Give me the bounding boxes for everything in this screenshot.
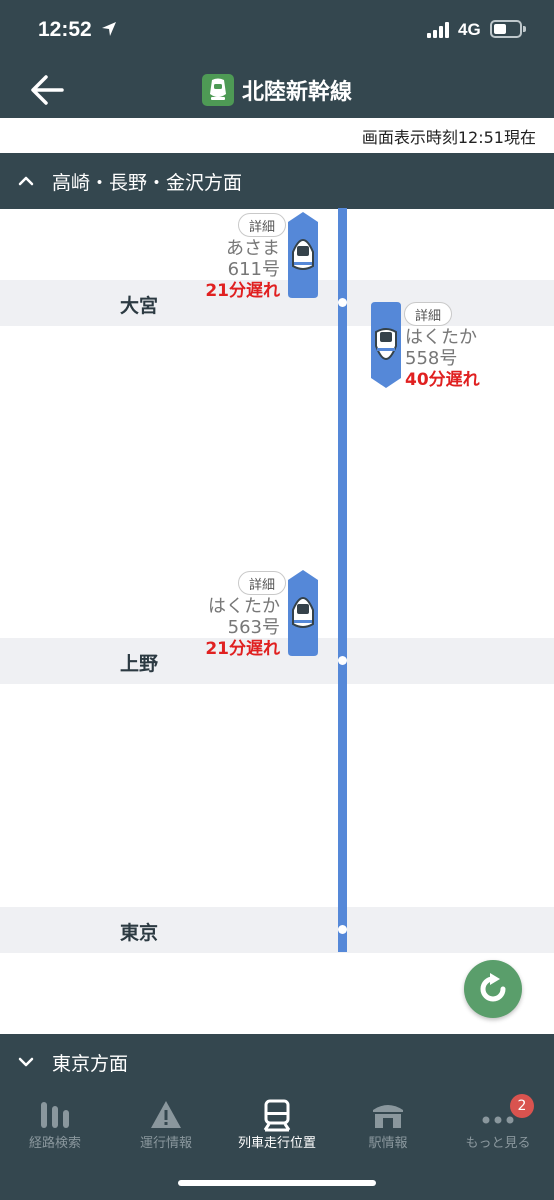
train-delay: 40分遅れ	[405, 370, 480, 390]
station-row[interactable]	[0, 907, 554, 953]
back-button[interactable]	[26, 70, 68, 110]
train-icon	[263, 1099, 291, 1132]
train-up-icon	[288, 570, 318, 656]
tab-label: もっと見る	[465, 1136, 531, 1151]
track-line	[338, 208, 347, 952]
train-number: 611号	[227, 259, 280, 280]
station-dot	[338, 298, 347, 307]
route-search-icon	[41, 1102, 69, 1128]
train-name: あさま	[226, 238, 280, 259]
back-arrow-icon	[31, 75, 64, 105]
shinkansen-line-icon	[201, 74, 234, 106]
tab-label: 駅情報	[368, 1136, 408, 1151]
signal-strength-icon	[427, 22, 453, 38]
train-delay: 21分遅れ	[205, 281, 280, 301]
app-header: 北陸新幹線	[0, 62, 554, 118]
train-name: はくたか	[208, 596, 280, 617]
battery-icon	[490, 20, 526, 38]
title-wrap: 北陸新幹線	[0, 62, 554, 118]
train-detail-button[interactable]: 詳細	[238, 571, 286, 595]
page-title: 北陸新幹線	[241, 80, 352, 105]
direction-label: 高崎・長野・金沢方面	[52, 171, 243, 194]
direction-label: 東京方面	[52, 1052, 129, 1075]
tab-station-info[interactable]: 駅情報	[333, 1090, 443, 1160]
train-detail-button[interactable]: 詳細	[404, 302, 452, 326]
notification-badge: 2	[510, 1094, 534, 1118]
tab-label: 運行情報	[139, 1136, 192, 1151]
status-bar: 12:52 4G	[0, 0, 554, 62]
station-name[interactable]: 大宮	[120, 291, 158, 318]
train-name: はくたか	[405, 327, 477, 348]
home-indicator[interactable]	[178, 1180, 376, 1186]
location-arrow-icon	[102, 22, 116, 36]
train-delay: 21分遅れ	[205, 639, 280, 659]
display-timestamp: 画面表示時刻12:51現在	[361, 128, 536, 147]
station-name[interactable]: 上野	[120, 649, 158, 676]
refresh-button[interactable]	[464, 960, 522, 1018]
network-type: 4G	[458, 20, 481, 39]
train-marker[interactable]	[288, 570, 318, 656]
tab-service-info[interactable]: 運行情報	[111, 1090, 221, 1160]
status-time: 12:52	[38, 18, 92, 41]
chevron-up-icon	[18, 176, 34, 186]
train-number: 563号	[227, 617, 280, 638]
station-dot	[338, 656, 347, 665]
tab-label: 列車走行位置	[237, 1136, 316, 1151]
direction-header-outbound[interactable]: 高崎・長野・金沢方面	[0, 153, 554, 209]
tab-train-position[interactable]: 列車走行位置	[222, 1090, 332, 1160]
station-name[interactable]: 東京	[120, 918, 158, 945]
chevron-down-icon	[18, 1057, 34, 1067]
train-marker[interactable]	[288, 212, 318, 298]
train-up-icon	[288, 212, 318, 298]
station-icon	[373, 1105, 403, 1128]
train-marker[interactable]	[371, 302, 401, 388]
tab-route-search[interactable]: 経路検索	[0, 1090, 110, 1160]
tab-more[interactable]: もっと見る	[443, 1090, 553, 1160]
train-down-icon	[371, 302, 401, 388]
direction-header-inbound[interactable]: 東京方面	[0, 1034, 554, 1090]
station-dot	[338, 925, 347, 934]
warning-icon	[151, 1101, 181, 1128]
train-number: 558号	[405, 348, 458, 369]
refresh-icon	[480, 973, 506, 1002]
tab-label: 経路検索	[28, 1136, 81, 1151]
train-detail-button[interactable]: 詳細	[238, 213, 286, 237]
